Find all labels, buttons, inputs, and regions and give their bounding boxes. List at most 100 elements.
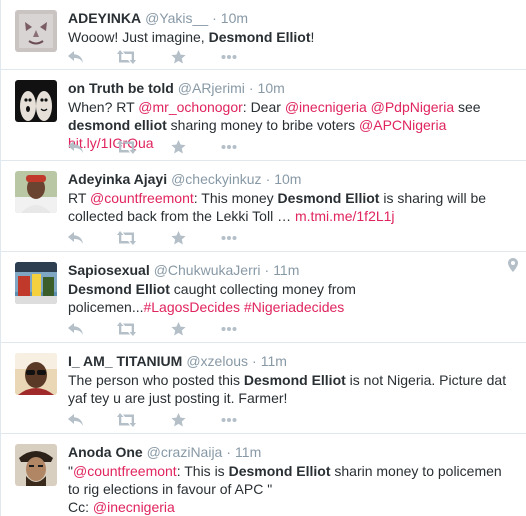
tweet-timeline: ADEYINKA @Yakis__ · 10m Wooow! Just imagine… bbox=[0, 0, 526, 516]
favorite-icon[interactable] bbox=[171, 413, 189, 429]
timestamp[interactable]: 11m bbox=[261, 353, 287, 369]
user-fullname[interactable]: Anoda One bbox=[68, 444, 143, 460]
text-segment: When? RT bbox=[68, 99, 139, 115]
avatar[interactable] bbox=[15, 80, 57, 122]
keyword-highlight: Desmond Elliot bbox=[243, 372, 346, 388]
tweet-header: on Truth be told @ARjerimi · 10m bbox=[68, 79, 512, 97]
text-segment: RT bbox=[68, 190, 91, 206]
separator: · bbox=[248, 80, 254, 96]
text-segment: sharing money to bribe voters bbox=[166, 117, 360, 133]
hashtag-link[interactable]: #Nigeriadecides bbox=[244, 299, 344, 315]
more-icon[interactable] bbox=[221, 322, 239, 338]
avatar[interactable] bbox=[15, 171, 57, 213]
tweet-header: ADEYINKA @Yakis__ · 10m bbox=[68, 9, 512, 27]
avatar[interactable] bbox=[15, 10, 57, 52]
separator: · bbox=[264, 262, 270, 278]
retweet-icon[interactable] bbox=[117, 231, 136, 247]
mention-link[interactable]: @APCNigeria bbox=[359, 117, 446, 133]
avatar-image bbox=[15, 10, 57, 52]
tweet-text: "@countfreemont: This is Desmond Elliot … bbox=[68, 462, 512, 516]
mention-link[interactable]: @inecnigeria bbox=[285, 99, 367, 115]
avatar-image bbox=[15, 262, 57, 304]
tweet-header: I_ AM_ TITANIUM @xzelous · 11m bbox=[68, 352, 512, 370]
mention-link[interactable]: @PdpNigeria bbox=[371, 99, 454, 115]
more-icon[interactable] bbox=[221, 413, 239, 429]
tweet[interactable]: on Truth be told @ARjerimi · 10m When? RT @… bbox=[1, 70, 526, 161]
text-segment: see bbox=[454, 99, 481, 115]
more-icon[interactable] bbox=[221, 50, 239, 66]
reply-icon[interactable] bbox=[68, 322, 86, 338]
user-fullname[interactable]: I_ AM_ TITANIUM bbox=[68, 353, 182, 369]
keyword-highlight: Desmond Elliot bbox=[208, 29, 311, 45]
timestamp[interactable]: 10m bbox=[258, 80, 285, 96]
avatar[interactable] bbox=[15, 353, 57, 395]
tweet[interactable]: Adeyinka Ajayi @checkyinkuz · 10m RT @count… bbox=[1, 161, 526, 252]
user-handle[interactable]: @ChukwukaJerri bbox=[154, 262, 261, 278]
mention-link[interactable]: @inecnigeria bbox=[93, 499, 175, 515]
text-segment: The person who posted this bbox=[68, 372, 244, 388]
tweet-text: Desmond Elliot caught collecting money f… bbox=[68, 280, 512, 316]
favorite-icon[interactable] bbox=[171, 50, 189, 66]
user-fullname[interactable]: Sapiosexual bbox=[68, 262, 150, 278]
text-segment: : This money bbox=[193, 190, 278, 206]
avatar-image bbox=[15, 444, 57, 486]
avatar-image bbox=[15, 171, 57, 213]
text-segment: : Dear bbox=[242, 99, 285, 115]
tweet-header: Sapiosexual @ChukwukaJerri · 11m bbox=[68, 261, 512, 279]
mention-link[interactable]: @mr_ochonogor bbox=[138, 99, 243, 115]
user-handle[interactable]: @xzelous bbox=[186, 353, 248, 369]
hashtag-link[interactable]: #LagosDecides bbox=[143, 299, 240, 315]
separator: · bbox=[265, 171, 271, 187]
favorite-icon[interactable] bbox=[171, 231, 189, 247]
user-handle[interactable]: @craziNaija bbox=[147, 444, 223, 460]
more-icon[interactable] bbox=[221, 140, 239, 156]
retweet-icon[interactable] bbox=[117, 322, 136, 338]
tweet-text: RT @countfreemont: This money Desmond El… bbox=[68, 189, 512, 225]
user-fullname[interactable]: on Truth be told bbox=[68, 80, 174, 96]
timestamp[interactable]: 11m bbox=[273, 262, 299, 278]
timestamp[interactable]: 10m bbox=[221, 10, 248, 26]
more-icon[interactable] bbox=[221, 231, 239, 247]
tweet-header: Anoda One @craziNaija · 11m bbox=[68, 443, 512, 461]
tweet-text: Wooow! Just imagine, Desmond Elliot! bbox=[68, 28, 512, 46]
text-segment: Wooow! Just imagine, bbox=[68, 29, 209, 45]
reply-icon[interactable] bbox=[68, 413, 86, 429]
separator: · bbox=[226, 444, 232, 460]
url-link[interactable]: m.tmi.me/1f2L1j bbox=[295, 208, 395, 224]
user-handle[interactable]: @checkyinkuz bbox=[171, 171, 261, 187]
avatar[interactable] bbox=[15, 444, 57, 486]
reply-icon[interactable] bbox=[68, 140, 86, 156]
tweet[interactable]: I_ AM_ TITANIUM @xzelous · 11m The person w… bbox=[1, 343, 526, 434]
avatar-image bbox=[15, 353, 57, 395]
user-handle[interactable]: @ARjerimi bbox=[178, 80, 245, 96]
retweet-icon[interactable] bbox=[117, 140, 136, 156]
user-fullname[interactable]: ADEYINKA bbox=[68, 10, 141, 26]
tweet-text: The person who posted this Desmond Ellio… bbox=[68, 371, 512, 407]
tweet[interactable]: Sapiosexual @ChukwukaJerri · 11m Desmond El… bbox=[1, 252, 526, 343]
user-fullname[interactable]: Adeyinka Ajayi bbox=[68, 171, 167, 187]
keyword-highlight: Desmond Elliot bbox=[228, 463, 331, 479]
reply-icon[interactable] bbox=[68, 231, 86, 247]
timestamp[interactable]: 10m bbox=[274, 171, 301, 187]
text-segment: Cc: bbox=[68, 499, 93, 515]
keyword-highlight: desmond elliot bbox=[68, 117, 167, 133]
text-segment: ! bbox=[310, 29, 315, 45]
user-handle[interactable]: @Yakis__ bbox=[145, 10, 208, 26]
keyword-highlight: Desmond Elliot bbox=[277, 190, 380, 206]
retweet-icon[interactable] bbox=[117, 50, 136, 66]
tweet[interactable]: ADEYINKA @Yakis__ · 10m Wooow! Just imagine… bbox=[1, 0, 526, 70]
mention-link[interactable]: @countfreemont bbox=[73, 463, 177, 479]
avatar[interactable] bbox=[15, 262, 57, 304]
text-segment: : This is bbox=[176, 463, 229, 479]
favorite-icon[interactable] bbox=[171, 322, 189, 338]
keyword-highlight: Desmond Elliot bbox=[68, 281, 170, 297]
separator: · bbox=[252, 353, 257, 369]
mention-link[interactable]: @countfreemont bbox=[90, 190, 194, 206]
retweet-icon[interactable] bbox=[117, 413, 136, 429]
favorite-icon[interactable] bbox=[171, 140, 189, 156]
reply-icon[interactable] bbox=[68, 50, 86, 66]
avatar-image bbox=[15, 80, 57, 122]
timestamp[interactable]: 11m bbox=[235, 444, 261, 460]
tweet-header: Adeyinka Ajayi @checkyinkuz · 10m bbox=[68, 170, 512, 188]
tweet[interactable]: Anoda One @craziNaija · 11m "@countfreemont… bbox=[1, 434, 526, 516]
